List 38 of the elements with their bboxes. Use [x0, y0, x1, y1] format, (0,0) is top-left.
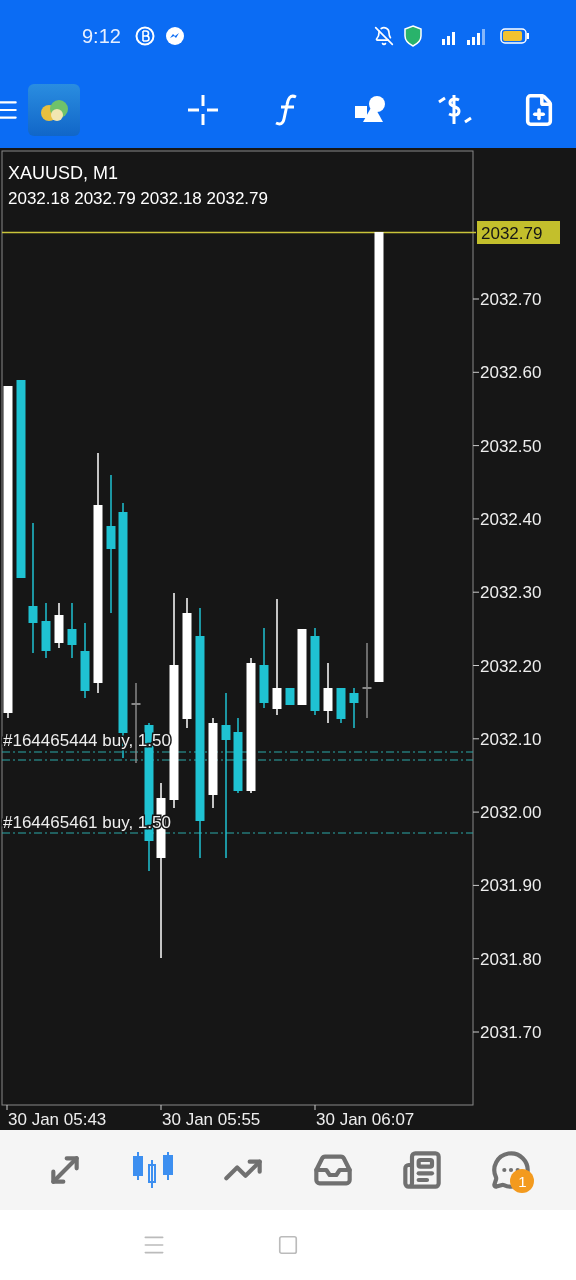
candlestick — [323, 662, 333, 724]
symbol-title: XAUUSD, M1 — [8, 163, 119, 183]
battery-icon — [500, 28, 530, 44]
shield-icon — [404, 25, 422, 47]
candlestick — [349, 687, 359, 729]
candlestick — [54, 602, 64, 649]
chat-bubble-icon — [164, 26, 185, 46]
candlestick — [285, 687, 295, 706]
current-price-label: 2032.79 — [477, 221, 560, 244]
chart-area[interactable] — [0, 148, 576, 1130]
time-tick-label: 30 Jan 06:07 — [314, 1104, 415, 1129]
price-tick-label: 2031.70 — [472, 1023, 542, 1042]
price-tick-label: 2032.60 — [472, 363, 542, 383]
price-tick-label: 2032.50 — [472, 436, 542, 456]
price-tick-label: 2032.20 — [472, 656, 542, 676]
price-tick-label: 2031.90 — [472, 876, 542, 896]
nav-tab[interactable]: 1 — [486, 1145, 537, 1195]
newspaper-icon — [401, 1150, 442, 1190]
candlestick — [336, 687, 346, 724]
price-tick-label: 2032.30 — [472, 583, 542, 603]
b-circle-icon — [134, 26, 155, 46]
price-tick-label: 2032.70 — [472, 290, 542, 309]
notification-badge: 1 — [510, 1169, 535, 1193]
price-tick-label: 2032.40 — [472, 509, 542, 529]
app-logo[interactable] — [28, 84, 80, 136]
price-tick-label: 2032.10 — [472, 729, 542, 749]
time-tick-label: 30 Jan 05:43 — [6, 1104, 107, 1129]
candlestick-icon — [132, 1150, 176, 1190]
chat-icon — [491, 1150, 532, 1190]
candlestick — [67, 602, 77, 659]
time-tick-label: 30 Jan 05:55 — [160, 1104, 261, 1129]
candlestick — [41, 602, 51, 659]
mute-icon — [374, 26, 394, 46]
order-label: #164465461 buy, 1.50 — [3, 813, 171, 832]
ohlc-values: 2032.18 2032.79 2032.18 2032.79 — [8, 189, 268, 208]
price-tick-label: 2032.00 — [472, 803, 542, 823]
clock: 9:12 — [82, 24, 121, 48]
price-tick-label: 2031.80 — [472, 949, 542, 969]
